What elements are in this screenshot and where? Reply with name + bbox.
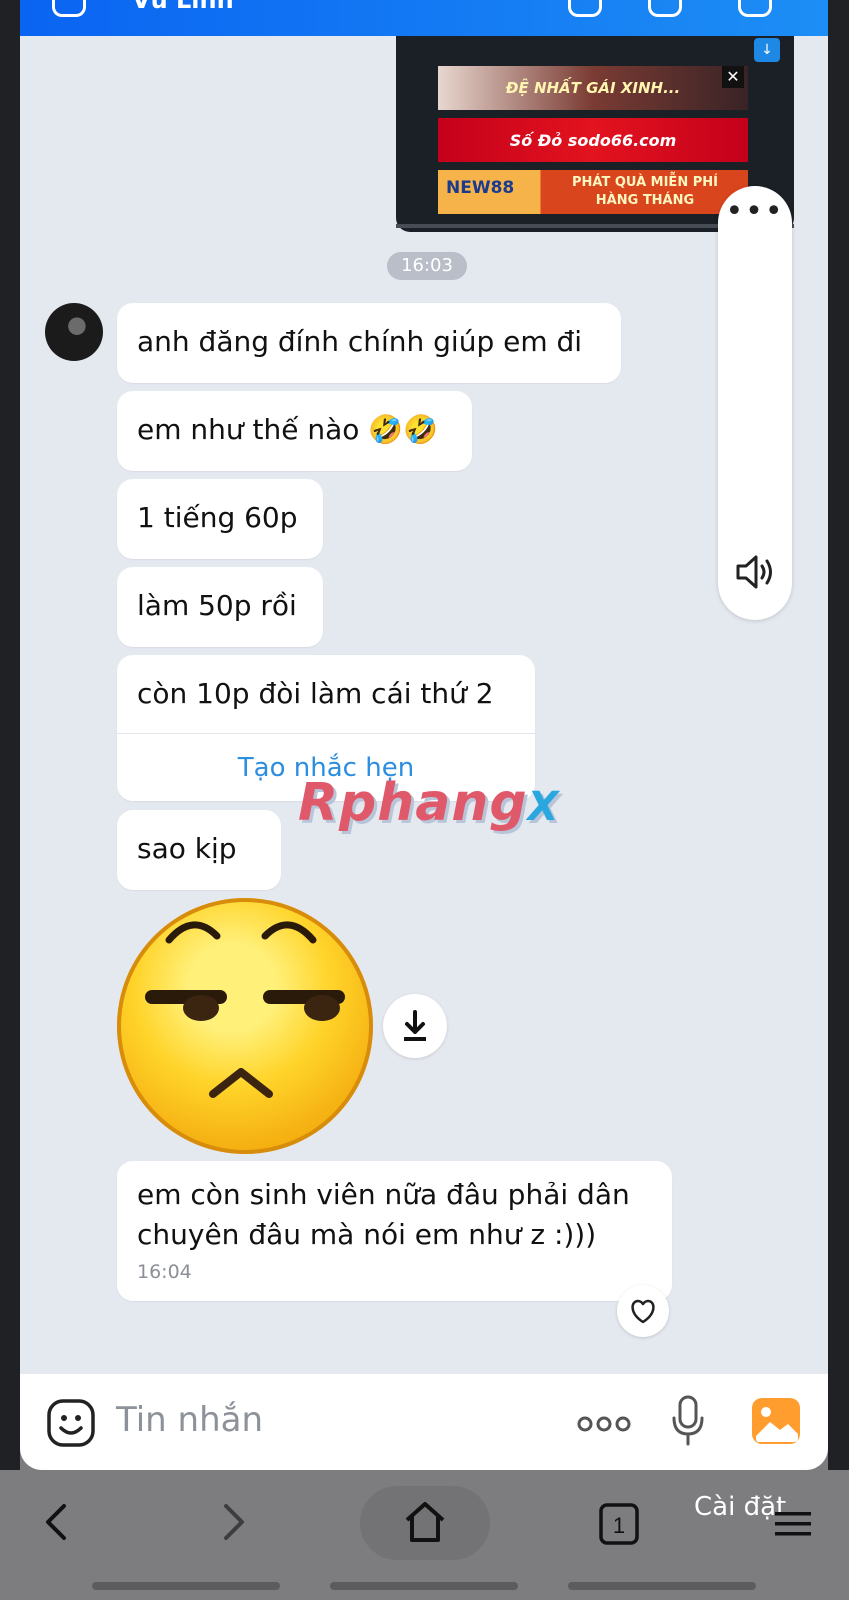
message-bubble[interactable]: em như thế nào 🤣🤣 (117, 391, 472, 471)
microphone-icon[interactable] (670, 1394, 706, 1448)
download-button[interactable] (383, 994, 447, 1058)
contact-name[interactable]: Vũ Linh (132, 0, 234, 14)
message-bubble[interactable]: sao kịp (117, 810, 281, 890)
menu-list-icon[interactable] (738, 0, 772, 17)
message-bubble[interactable]: 1 tiếng 60p (117, 479, 323, 559)
more-dots-icon[interactable] (576, 1414, 632, 1434)
message-text: còn 10p đòi làm cái thứ 2 (117, 655, 535, 734)
chat-app: Vũ Linh ↓ ĐỆ NHẤT GÁI XINH... ✕ Số Đỏ so… (20, 0, 828, 1470)
back-icon[interactable] (52, 0, 86, 17)
left-screen-edge (0, 0, 20, 1470)
message-text: sao kịp (137, 832, 237, 865)
message-text: em còn sinh viên nữa đâu phải dân chuyên… (137, 1178, 630, 1251)
ad-banner-1-text: ĐỆ NHẤT GÁI XINH... (505, 79, 681, 97)
hamburger-menu-icon[interactable] (773, 1510, 813, 1538)
emoji-icon[interactable] (46, 1398, 96, 1448)
message-timestamp: 16:04 (137, 1261, 192, 1283)
ad-banner-3[interactable]: NEW88 PHÁT QUÀ MIỄN PHÍ HÀNG THÁNG (438, 170, 748, 214)
download-icon (404, 1010, 426, 1041)
image-icon[interactable] (750, 1396, 802, 1446)
ad-banner-1[interactable]: ĐỆ NHẤT GÁI XINH... (438, 66, 748, 110)
browser-toolbar: 1 Cài đặt (0, 1470, 849, 1600)
message-bubble[interactable]: anh đăng đính chính giúp em đi (117, 303, 621, 383)
speaker-icon[interactable] (734, 552, 778, 592)
time-divider: 16:03 (387, 252, 467, 280)
avatar[interactable] (45, 303, 103, 361)
side-panel: ••• (718, 186, 792, 620)
back-arrow-icon[interactable] (40, 1500, 72, 1544)
message-text: anh đăng đính chính giúp em đi (137, 325, 583, 358)
message-bubble[interactable]: em còn sinh viên nữa đâu phải dân chuyên… (117, 1161, 672, 1301)
heart-icon (631, 1299, 655, 1324)
smug-face-sticker[interactable] (117, 898, 373, 1154)
download-arrow-icon[interactable]: ↓ (754, 38, 780, 62)
message-bubble[interactable]: làm 50p rồi (117, 567, 323, 647)
more-options-icon[interactable]: ••• (718, 194, 792, 229)
close-icon[interactable]: ✕ (722, 66, 744, 88)
ad-banner-3-text: PHÁT QUÀ MIỄN PHÍ HÀNG THÁNG (572, 175, 718, 208)
react-button[interactable] (617, 1285, 669, 1337)
gesture-bar (330, 1582, 518, 1590)
sticker-face-icon (145, 921, 345, 1098)
ad-banner-2-text: Số Đỏ sodo66.com (509, 130, 677, 150)
ad-banner-2[interactable]: Số Đỏ sodo66.com (438, 118, 748, 162)
gesture-bar (568, 1582, 756, 1590)
tabs-icon[interactable]: 1 (598, 1502, 640, 1546)
watermark-suffix: X (527, 784, 560, 830)
home-icon[interactable] (403, 1500, 447, 1544)
message-text: 1 tiếng 60p (137, 501, 298, 534)
watermark-text: Rphang (298, 773, 528, 833)
message-input[interactable]: Tin nhắn (116, 1400, 263, 1440)
call-icon[interactable] (568, 0, 602, 17)
chat-header: Vũ Linh (20, 0, 828, 36)
forward-arrow-icon[interactable] (218, 1500, 250, 1544)
tab-count: 1 (613, 1513, 625, 1538)
message-text: em như thế nào 🤣🤣 (137, 413, 439, 446)
right-screen-edge (828, 0, 849, 1470)
gesture-bar (92, 1582, 280, 1590)
message-input-bar: Tin nhắn (20, 1374, 828, 1470)
watermark: RphangX (298, 773, 559, 833)
message-text: làm 50p rồi (137, 589, 297, 622)
ad-banner-3-brand: NEW88 (446, 178, 515, 198)
video-call-icon[interactable] (648, 0, 682, 17)
